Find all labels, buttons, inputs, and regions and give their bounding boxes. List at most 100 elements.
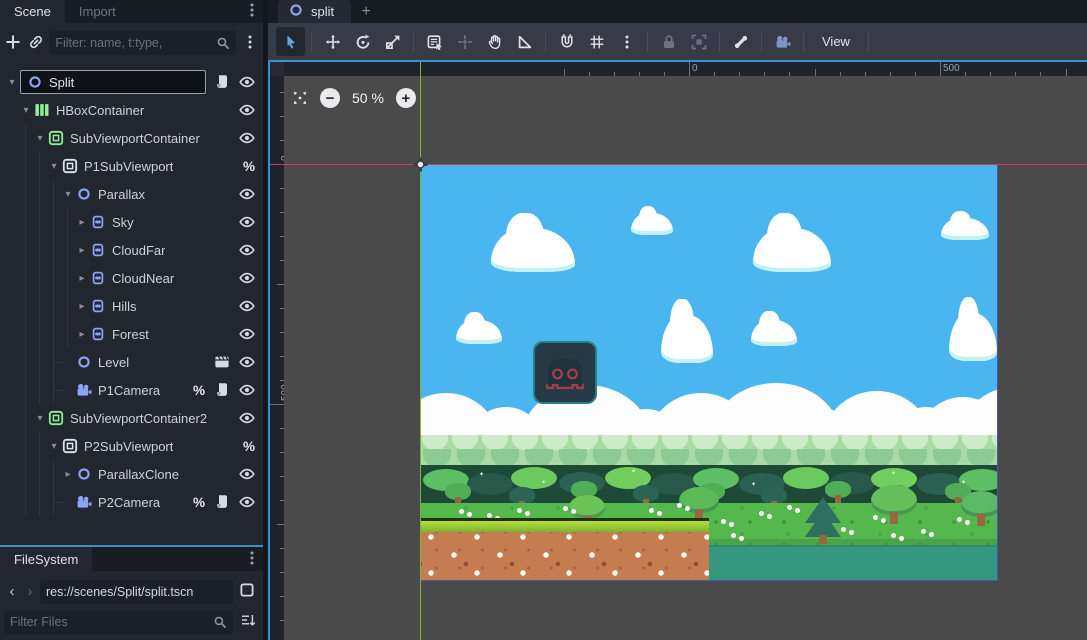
chevron-right-icon[interactable]: ▸: [74, 329, 90, 340]
file-filter-box: [4, 610, 233, 634]
chevron-down-icon[interactable]: ▾: [32, 133, 48, 144]
eye-icon[interactable]: [239, 102, 255, 118]
tab-filesystem[interactable]: FileSystem: [0, 547, 92, 571]
node-rename-input[interactable]: [49, 75, 169, 90]
script-icon[interactable]: [214, 494, 230, 510]
eye-icon[interactable]: [239, 326, 255, 342]
chevron-right-icon[interactable]: ▸: [74, 301, 90, 312]
eye-icon[interactable]: [239, 382, 255, 398]
chevron-down-icon[interactable]: ▾: [18, 105, 34, 116]
tree-row-p1camera[interactable]: P1Camera%: [0, 376, 263, 404]
back-chevron-icon[interactable]: ‹: [4, 583, 20, 600]
zoom-in-button[interactable]: +: [396, 88, 416, 108]
unique-name-percent-badge[interactable]: %: [243, 159, 255, 174]
add-node-button[interactable]: [4, 30, 23, 56]
flower-sprite: [891, 533, 896, 538]
hills-canopy: [421, 435, 997, 467]
menu-dots-button[interactable]: [612, 27, 641, 56]
camera-override-button[interactable]: [768, 27, 797, 56]
tree-row-hboxcontainer[interactable]: ▾HBoxContainer: [0, 96, 263, 124]
eye-icon[interactable]: [239, 214, 255, 230]
eye-icon[interactable]: [239, 242, 255, 258]
zoom-out-button[interactable]: −: [320, 88, 340, 108]
scene-filter-input[interactable]: [55, 36, 216, 50]
rotate-tool-button[interactable]: [348, 27, 377, 56]
unique-name-percent-badge[interactable]: %: [193, 383, 205, 398]
chevron-down-icon[interactable]: ▾: [46, 161, 62, 172]
chevron-right-icon[interactable]: ▸: [60, 469, 76, 480]
viewport-2d[interactable]: ✦✦✦✦✦✦ 0500 0500 − 50 % +: [268, 60, 1087, 640]
tab-import[interactable]: Import: [65, 0, 130, 23]
eye-icon[interactable]: [239, 466, 255, 482]
eye-icon[interactable]: [239, 410, 255, 426]
ruler-tool-button[interactable]: [510, 27, 539, 56]
cloud-mountains: [421, 383, 997, 437]
tree-row-sky[interactable]: ▸Sky: [0, 208, 263, 236]
eye-icon[interactable]: [239, 494, 255, 510]
tree-row-hills[interactable]: ▸Hills: [0, 292, 263, 320]
script-icon[interactable]: [214, 382, 230, 398]
cloud-sprite: [751, 320, 797, 346]
flower-sprite: [921, 529, 926, 534]
eye-icon[interactable]: [239, 74, 255, 90]
eye-icon[interactable]: [239, 298, 255, 314]
lock-button[interactable]: [654, 27, 683, 56]
bone-button[interactable]: [726, 27, 755, 56]
chevron-down-icon[interactable]: ▾: [4, 77, 20, 88]
tree-row-split[interactable]: ▾: [0, 68, 263, 96]
scene-instance-icon[interactable]: [214, 354, 230, 370]
new-scene-tab-button[interactable]: +: [351, 0, 381, 23]
group-button[interactable]: [684, 27, 713, 56]
filesystem-path-input[interactable]: [40, 580, 233, 604]
scene-tab-split[interactable]: split: [278, 0, 351, 23]
tree-row-subviewportcontainer2[interactable]: ▾SubViewportContainer2: [0, 404, 263, 432]
node-rename-box[interactable]: [20, 70, 206, 94]
eye-icon[interactable]: [239, 354, 255, 370]
tree-row-p2camera[interactable]: P2Camera%: [0, 488, 263, 516]
center-view-icon[interactable]: [292, 90, 308, 106]
chevron-down-icon[interactable]: ▾: [32, 413, 48, 424]
snap-magnet-button[interactable]: [552, 27, 581, 56]
tab-scene[interactable]: Scene: [0, 0, 65, 23]
zoom-percent-label[interactable]: 50 %: [352, 90, 384, 106]
chevron-right-icon[interactable]: ▸: [74, 217, 90, 228]
pivot-tool-button[interactable]: [450, 27, 479, 56]
tree-row-p1subviewport[interactable]: ▾P1SubViewport%: [0, 152, 263, 180]
dock-menu-dots-icon[interactable]: [241, 0, 263, 23]
filesystem-menu-dots-icon[interactable]: [241, 547, 263, 571]
scale-tool-button[interactable]: [378, 27, 407, 56]
chevron-down-icon[interactable]: ▾: [60, 189, 76, 200]
chevron-right-icon[interactable]: ▸: [74, 245, 90, 256]
tree-row-cloudnear[interactable]: ▸CloudNear: [0, 264, 263, 292]
move-tool-button[interactable]: [318, 27, 347, 56]
unique-name-percent-badge[interactable]: %: [193, 495, 205, 510]
tree-row-subviewportcontainer[interactable]: ▾SubViewportContainer: [0, 124, 263, 152]
tree-row-parallax[interactable]: ▾Parallax: [0, 180, 263, 208]
view-menu-button[interactable]: View: [810, 27, 862, 56]
player-character-sprite[interactable]: [533, 341, 597, 404]
forward-chevron-icon[interactable]: ›: [22, 583, 38, 600]
eye-icon[interactable]: [239, 270, 255, 286]
unique-name-percent-badge[interactable]: %: [243, 439, 255, 454]
tree-row-level[interactable]: Level: [0, 348, 263, 376]
chevron-right-icon[interactable]: ▸: [74, 273, 90, 284]
tree-row-forest[interactable]: ▸Forest: [0, 320, 263, 348]
tree-row-parallaxclone[interactable]: ▸ParallaxClone: [0, 460, 263, 488]
scene-tree-menu-dots-icon[interactable]: [240, 30, 259, 56]
pan-tool-button[interactable]: [480, 27, 509, 56]
script-icon[interactable]: [214, 74, 230, 90]
split-view-icon[interactable]: [235, 580, 259, 604]
chevron-down-icon[interactable]: ▾: [46, 441, 62, 452]
eye-icon[interactable]: [239, 186, 255, 202]
snap-grid-button[interactable]: [582, 27, 611, 56]
sort-files-icon[interactable]: [237, 611, 259, 633]
list-select-tool-button[interactable]: [420, 27, 449, 56]
file-filter-input[interactable]: [10, 615, 213, 629]
select-tool-button[interactable]: [276, 27, 305, 56]
origin-gizmo[interactable]: [412, 156, 429, 173]
tree-row-cloudfar[interactable]: ▸CloudFar: [0, 236, 263, 264]
tree-row-p2subviewport[interactable]: ▾P2SubViewport%: [0, 432, 263, 460]
eye-icon[interactable]: [239, 130, 255, 146]
cloud-sprite: [753, 228, 831, 272]
instance-scene-button[interactable]: [27, 30, 46, 56]
